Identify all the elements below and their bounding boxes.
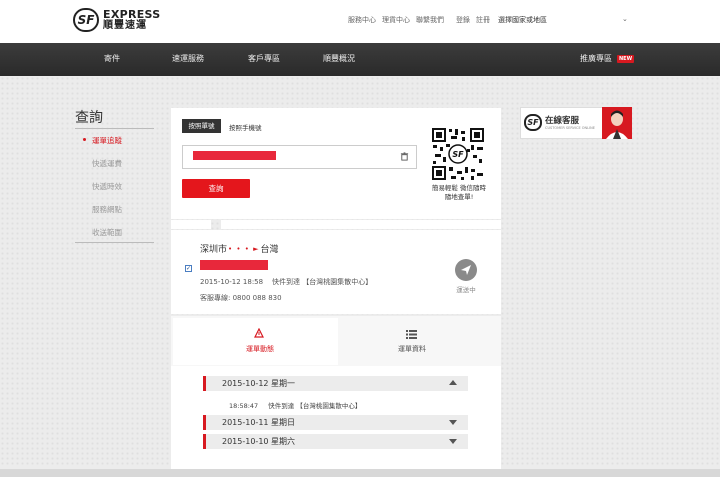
tab-phone[interactable]: 按照手機號	[229, 122, 262, 132]
service-center-link[interactable]: 服務中心	[348, 15, 376, 25]
expand-icon[interactable]	[449, 439, 457, 444]
collapse-icon[interactable]	[449, 380, 457, 385]
trash-icon[interactable]	[400, 152, 409, 161]
sidebar-item-times[interactable]: 快遞時效	[92, 181, 122, 192]
day-label: 2015-10-10 星期六	[222, 437, 296, 446]
wechat-qr-code: SF	[431, 127, 485, 181]
sf-logo-icon: SF	[524, 114, 542, 131]
register-link[interactable]: 註冊	[476, 15, 490, 25]
tab-waybill[interactable]: 按照單號	[182, 119, 221, 133]
sidebar-item-rates[interactable]: 快遞運費	[92, 158, 122, 169]
qr-caption: 簡易輕鬆 微信隨時 隨地查單!	[431, 184, 487, 201]
redacted-waybill-number	[193, 151, 276, 160]
divider	[75, 128, 154, 129]
timeline-event: 18:58:47 快件到達 【台灣桃園集散中心】	[229, 400, 361, 410]
sidebar-item-tracking[interactable]: 運單追蹤	[92, 135, 122, 146]
login-link[interactable]: 登錄	[456, 15, 470, 25]
page-bottom-bar	[0, 469, 720, 477]
status-description: 快件到達 【台灣桃園集散中心】	[272, 278, 373, 286]
shipment-checkbox[interactable]: ✓	[185, 265, 192, 272]
tab-dynamics[interactable]	[173, 318, 338, 365]
route: 深圳市 • • • ► 台灣	[200, 242, 279, 256]
tab-dynamics-label[interactable]: 運單動態	[230, 344, 290, 354]
wealth-center-link[interactable]: 理貨中心	[382, 15, 410, 25]
active-dot-icon	[83, 138, 86, 141]
route-arrow-icon: • • • ►	[228, 244, 260, 253]
nav-item-about[interactable]: 順豐概況	[323, 53, 355, 64]
timeline-day[interactable]: 2015-10-12 星期一	[203, 376, 468, 391]
chevron-down-icon[interactable]: ⌄	[622, 15, 628, 23]
logo-badge: SF	[73, 8, 99, 32]
logo-name-en: EXPRESS	[103, 8, 161, 21]
list-icon	[406, 330, 417, 339]
hotline: 客服專線: 0800 088 830	[200, 293, 282, 303]
route-destination: 台灣	[260, 245, 279, 255]
route-origin: 深圳市	[200, 245, 228, 255]
contact-link[interactable]: 聯繫我們	[416, 15, 444, 25]
sidebar-title: 查詢	[75, 110, 103, 126]
sidebar-item-outlets[interactable]: 服務網點	[92, 204, 122, 215]
top-links: 服務中心 理貨中心 聯繫我們 登錄 註冊	[348, 15, 496, 25]
event-time: 18:58:47	[229, 402, 259, 410]
sidebar-item-coverage[interactable]: 收送範圍	[92, 227, 122, 238]
event-description: 快件到達 【台灣桃園集散中心】	[268, 402, 362, 410]
nav-item-promo[interactable]: 推廣專區	[580, 53, 612, 64]
svg-text:SF: SF	[452, 150, 464, 159]
hotline-number: 0800 088 830	[232, 294, 282, 302]
shipment-state: 運送中	[456, 286, 476, 294]
agent-avatar	[602, 107, 632, 139]
redacted-waybill-number	[200, 260, 268, 270]
panel-divider	[221, 220, 501, 229]
day-label: 2015-10-11 星期日	[222, 418, 296, 427]
timeline-day[interactable]: 2015-10-10 星期六	[203, 434, 468, 449]
timeline-day[interactable]: 2015-10-11 星期日	[203, 415, 468, 430]
sf-express-logo[interactable]: SF EXPRESS 順豐速運	[73, 8, 161, 32]
hotline-label: 客服專線:	[200, 294, 231, 302]
nav-item-services[interactable]: 速運服務	[172, 53, 204, 64]
cs-title: 在線客服	[545, 116, 580, 126]
tab-info-label[interactable]: 運單資料	[382, 344, 442, 354]
paper-plane-icon	[455, 259, 477, 281]
new-badge: NEW	[617, 55, 635, 63]
nav-item-customer[interactable]: 客戶專區	[248, 53, 280, 64]
latest-status: 2015-10-12 18:58 快件到達 【台灣桃園集散中心】	[200, 277, 372, 287]
expand-icon[interactable]	[449, 420, 457, 425]
day-label: 2015-10-12 星期一	[222, 379, 296, 388]
nav-item-send[interactable]: 寄件	[104, 53, 120, 64]
query-button[interactable]: 查詢	[182, 179, 250, 198]
divider	[75, 242, 154, 243]
logo-name-zh: 順豐速運	[103, 20, 147, 31]
warning-icon	[254, 328, 264, 338]
panel-divider	[171, 220, 211, 229]
status-datetime: 2015-10-12 18:58	[200, 278, 264, 286]
cs-subtitle: CUSTOMER SERVICE ONLINE	[545, 126, 595, 130]
country-select[interactable]: 選擇國家或地區	[498, 15, 547, 25]
